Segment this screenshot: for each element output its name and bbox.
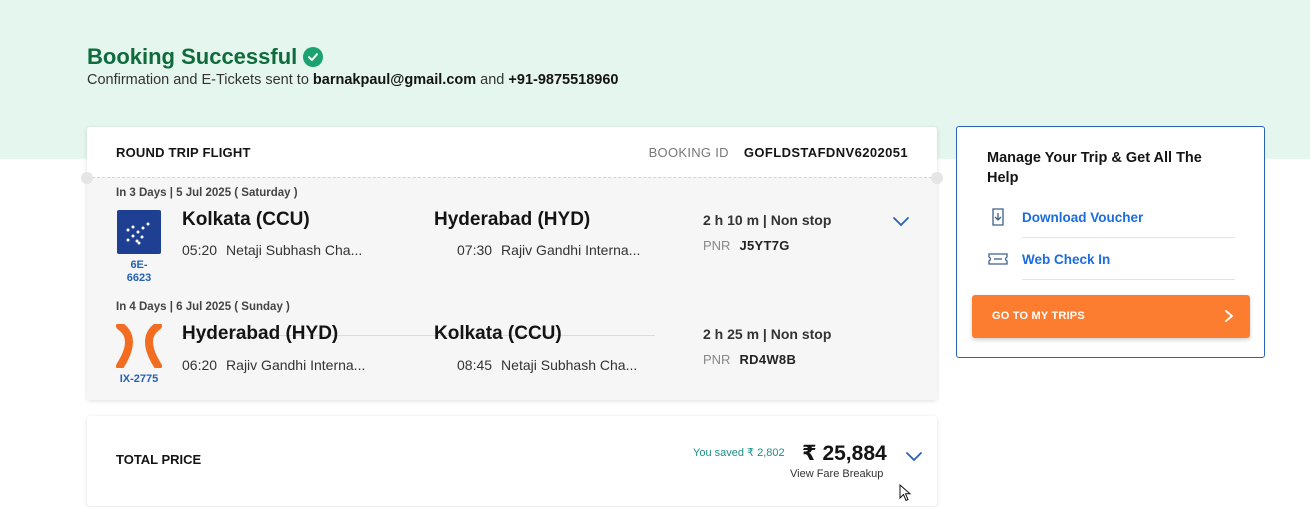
segment-from-city: Hyderabad (HYD) (182, 323, 339, 344)
download-voucher-label: Download Voucher (1022, 209, 1144, 225)
view-fare-breakup-link[interactable]: View Fare Breakup (790, 468, 883, 480)
confirmation-subtitle: Confirmation and E-Tickets sent to barna… (87, 72, 618, 88)
departure-airport: Netaji Subhash Cha... (226, 242, 363, 258)
manage-trip-title: Manage Your Trip & Get All The Help (987, 150, 1202, 186)
go-to-my-trips-button[interactable]: GO TO MY TRIPS (972, 295, 1250, 338)
segment-date: In 4 Days | 6 Jul 2025 ( Sunday ) (116, 301, 290, 313)
segment-pnr: PNR J5YT7G (703, 238, 790, 253)
flight-card-header: ROUND TRIP FLIGHT BOOKING ID GOFLDSTAFDN… (87, 127, 937, 177)
flight-number: IX-2775 (119, 373, 159, 385)
segment-duration: 2 h 10 m | Non stop (703, 212, 832, 228)
pnr-value: RD4W8B (739, 352, 797, 367)
confirmation-phone: +91-9875518960 (508, 72, 619, 88)
segment-arrival: 07:30 Rajiv Gandhi Interna... (457, 242, 640, 258)
arrival-time: 08:45 (457, 357, 493, 373)
segments-container: In 3 Days | 5 Jul 2025 ( Saturday ) 6E- … (81, 172, 943, 400)
total-price-value: ₹ 25,884 (802, 442, 887, 465)
mouse-cursor-icon (899, 484, 911, 502)
flight-details-card: ROUND TRIP FLIGHT BOOKING ID GOFLDSTAFDN… (81, 127, 943, 400)
flight-number-line1: 6E- (130, 259, 148, 271)
chevron-down-icon[interactable] (891, 215, 911, 229)
segment-date: In 3 Days | 5 Jul 2025 ( Saturday ) (116, 187, 298, 199)
help-divider (1022, 279, 1235, 280)
departure-time: 06:20 (182, 357, 218, 373)
departure-airport: Rajiv Gandhi Interna... (226, 357, 366, 373)
air-india-express-logo (116, 322, 162, 370)
confirmation-email: barnakpaul@gmail.com (312, 72, 477, 88)
segment-from-city: Kolkata (CCU) (182, 209, 310, 230)
trip-type-label: ROUND TRIP FLIGHT (116, 144, 251, 160)
chevron-down-icon[interactable] (904, 450, 924, 464)
segment-duration: 2 h 25 m | Non stop (703, 326, 832, 342)
arrival-time: 07:30 (457, 242, 493, 258)
total-price-card: TOTAL PRICE You saved ₹ 2,802 ₹ 25,884 V… (87, 416, 937, 506)
pnr-label: PNR (703, 352, 731, 367)
segment-to-city: Hyderabad (HYD) (434, 209, 591, 230)
pnr-value: J5YT7G (739, 238, 790, 253)
pnr-label: PNR (703, 238, 731, 253)
ticket-notch-left (81, 172, 93, 184)
indigo-logo (117, 210, 161, 254)
booking-id-value: GOFLDSTAFDNV6202051 (743, 144, 908, 160)
total-price-label: TOTAL PRICE (116, 452, 202, 467)
go-to-my-trips-label: GO TO MY TRIPS (992, 310, 1085, 322)
arrival-airport: Rajiv Gandhi Interna... (501, 242, 641, 258)
booking-id: BOOKING ID GOFLDSTAFDNV6202051 (649, 145, 908, 160)
flight-number-line2: 6623 (126, 272, 152, 284)
subtitle-and: and (480, 72, 505, 88)
segment-airline: 6E- 6623 (116, 210, 162, 285)
segment-airline: IX-2775 (116, 322, 162, 386)
segment-to-city: Kolkata (CCU) (434, 323, 562, 344)
download-voucher-link[interactable]: Download Voucher (987, 196, 1235, 238)
success-title-text: Booking Successful (87, 44, 298, 69)
segment-arrival: 08:45 Netaji Subhash Cha... (457, 357, 637, 373)
subtitle-prefix: Confirmation and E-Tickets sent to (87, 72, 309, 88)
segment-pnr: PNR RD4W8B (703, 352, 796, 367)
arrival-airport: Netaji Subhash Cha... (501, 357, 638, 373)
download-voucher-icon (992, 208, 1004, 226)
segment-departure: 06:20 Rajiv Gandhi Interna... (182, 357, 365, 373)
check-circle-icon (303, 47, 324, 67)
savings-text: You saved ₹ 2,802 (693, 447, 785, 459)
booking-id-label: BOOKING ID (648, 144, 729, 160)
segment-departure: 05:20 Netaji Subhash Cha... (182, 242, 362, 258)
chevron-right-icon (1225, 310, 1234, 322)
ticket-icon (988, 253, 1008, 265)
web-check-in-label: Web Check In (1022, 251, 1111, 267)
manage-trip-card: Manage Your Trip & Get All The Help Down… (956, 126, 1265, 358)
departure-time: 05:20 (182, 242, 218, 258)
booking-success-title: Booking Successful (87, 44, 324, 70)
ticket-notch-right (931, 172, 943, 184)
web-check-in-link[interactable]: Web Check In (987, 238, 1235, 280)
